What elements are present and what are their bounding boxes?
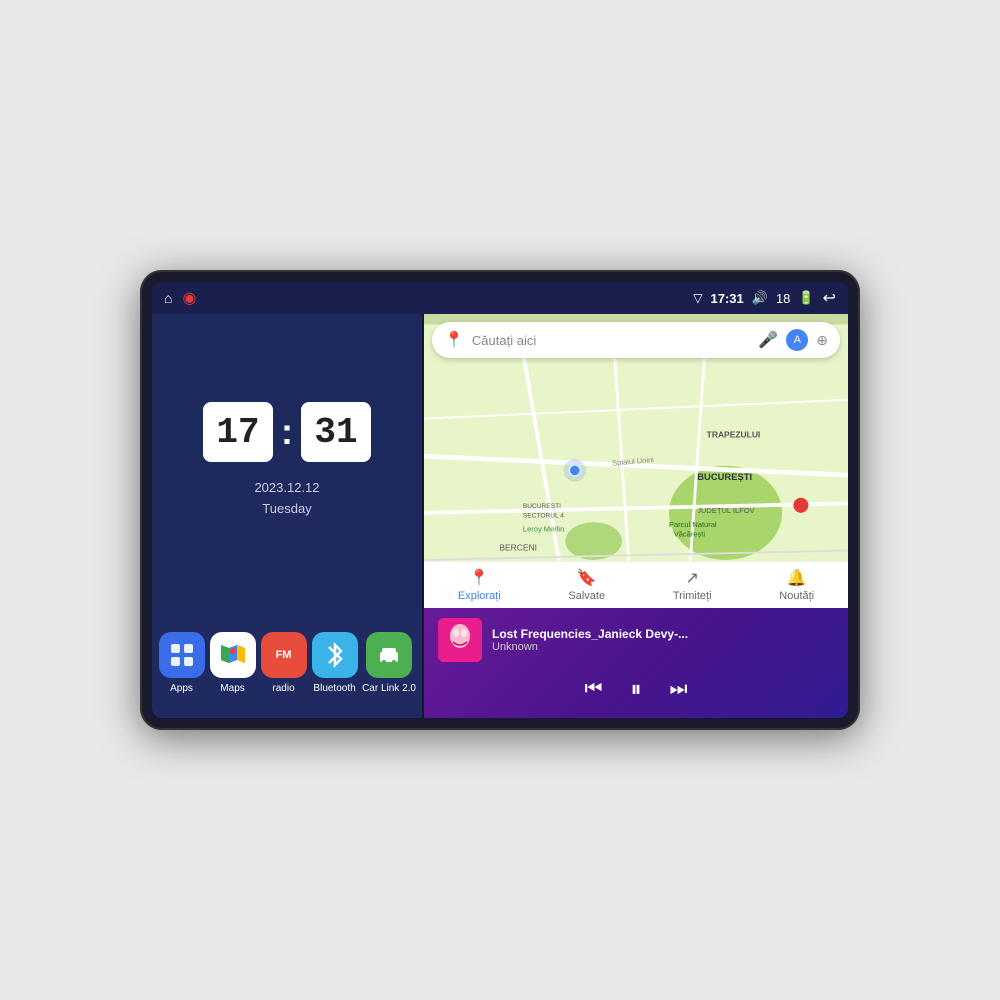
volume-icon: 🔊 — [752, 290, 768, 306]
clock-hour: 17 — [203, 402, 273, 462]
app-item-maps[interactable]: Maps — [209, 632, 256, 694]
noutati-icon: 🔔 — [787, 568, 807, 588]
music-player: Lost Frequencies_Janieck Devy-... Unknow… — [424, 608, 848, 718]
app-item-apps[interactable]: Apps — [158, 632, 205, 694]
map-nav-explorare[interactable]: 📍 Explorați — [458, 568, 501, 602]
maps-nav-icon[interactable]: ◉ — [182, 288, 196, 308]
music-title: Lost Frequencies_Janieck Devy-... — [492, 627, 834, 641]
radio-icon: FM — [261, 632, 307, 678]
trimiteti-label: Trimiteți — [673, 590, 712, 602]
svg-text:JUDEȚUL ILFOV: JUDEȚUL ILFOV — [697, 506, 754, 515]
user-avatar[interactable]: A — [786, 329, 808, 351]
album-art — [438, 618, 482, 662]
bluetooth-icon — [312, 632, 358, 678]
svg-text:SECTORUL 4: SECTORUL 4 — [523, 513, 564, 520]
music-info: Lost Frequencies_Janieck Devy-... Unknow… — [438, 618, 834, 662]
clock-minute: 31 — [301, 402, 371, 462]
right-panel: TRAPEZULUI BUCUREȘTI JUDEȚUL ILFOV BERCE… — [424, 314, 848, 718]
battery-icon: 🔋 — [798, 290, 814, 306]
clock-colon: : — [281, 411, 293, 453]
status-info: ▽ 17:31 🔊 18 🔋 ↩ — [693, 288, 836, 308]
time-display: 17:31 — [711, 291, 744, 306]
status-bar: ⌂ ◉ ▽ 17:31 🔊 18 🔋 ↩ — [152, 282, 848, 314]
salvate-icon: 🔖 — [577, 568, 597, 588]
svg-text:TRAPEZULUI: TRAPEZULUI — [707, 429, 761, 439]
maps-label: Maps — [220, 683, 244, 694]
map-nav-salvate[interactable]: 🔖 Salvate — [568, 568, 605, 602]
trimiteti-icon: ↗ — [685, 568, 698, 588]
apps-icon — [159, 632, 205, 678]
svg-text:BERCENI: BERCENI — [499, 543, 537, 553]
carlink-icon — [366, 632, 412, 678]
map-bottom-bar: 📍 Explorați 🔖 Salvate ↗ Trimiteți 🔔 — [424, 561, 848, 608]
clock-widget: 17 : 31 2023.12.12 Tuesday — [152, 314, 422, 608]
car-device: ⌂ ◉ ▽ 17:31 🔊 18 🔋 ↩ 17 : — [140, 270, 860, 730]
noutati-label: Noutăți — [779, 590, 814, 602]
app-item-radio[interactable]: FM radio — [260, 632, 307, 694]
clock-display: 17 : 31 — [203, 402, 371, 462]
svg-text:BUCUREȘTI: BUCUREȘTI — [697, 471, 752, 482]
explorare-icon: 📍 — [469, 568, 489, 588]
back-icon[interactable]: ↩ — [823, 288, 836, 308]
svg-text:Văcărești: Văcărești — [674, 529, 706, 538]
volume-level: 18 — [776, 291, 790, 306]
app-item-carlink[interactable]: Car Link 2.0 — [362, 632, 416, 694]
radio-label: radio — [272, 683, 294, 694]
map-area[interactable]: TRAPEZULUI BUCUREȘTI JUDEȚUL ILFOV BERCE… — [424, 314, 848, 608]
signal-icon: ▽ — [693, 291, 702, 305]
music-controls: ⏮ ⏸ ⏭ — [438, 676, 834, 708]
svg-text:BUCUREȘTI: BUCUREȘTI — [523, 503, 561, 510]
map-nav-noutati[interactable]: 🔔 Noutăți — [779, 568, 814, 602]
main-content: 17 : 31 2023.12.12 Tuesday — [152, 314, 848, 718]
bluetooth-label: Bluetooth — [313, 683, 355, 694]
music-text: Lost Frequencies_Janieck Devy-... Unknow… — [492, 627, 834, 653]
next-button[interactable]: ⏭ — [670, 678, 688, 701]
play-pause-button[interactable]: ⏸ — [630, 676, 641, 702]
home-icon[interactable]: ⌂ — [164, 290, 172, 306]
app-item-bluetooth[interactable]: Bluetooth — [311, 632, 358, 694]
salvate-label: Salvate — [568, 590, 605, 602]
left-panel: 17 : 31 2023.12.12 Tuesday — [152, 314, 422, 718]
maps-icon — [210, 632, 256, 678]
prev-button[interactable]: ⏮ — [584, 678, 602, 701]
map-search-bar[interactable]: 📍 Căutați aici 🎤 A ⊕ — [432, 322, 840, 358]
layers-icon[interactable]: ⊕ — [816, 332, 828, 349]
svg-text:Leroy Merlin: Leroy Merlin — [523, 525, 564, 534]
map-pin-icon: 📍 — [444, 330, 464, 350]
music-artist: Unknown — [492, 641, 834, 653]
status-nav-icons: ⌂ ◉ — [164, 288, 196, 308]
svg-text:Parcul Natural: Parcul Natural — [669, 520, 717, 529]
carlink-label: Car Link 2.0 — [362, 683, 416, 694]
map-search-text: Căutați aici — [472, 333, 750, 348]
clock-date: 2023.12.12 Tuesday — [254, 478, 319, 520]
mic-icon[interactable]: 🎤 — [758, 330, 778, 350]
car-screen: ⌂ ◉ ▽ 17:31 🔊 18 🔋 ↩ 17 : — [152, 282, 848, 718]
apps-row: Apps Maps — [152, 608, 422, 718]
explorare-label: Explorați — [458, 590, 501, 602]
apps-label: Apps — [170, 683, 193, 694]
map-nav-trimiteti[interactable]: ↗ Trimiteți — [673, 568, 712, 602]
